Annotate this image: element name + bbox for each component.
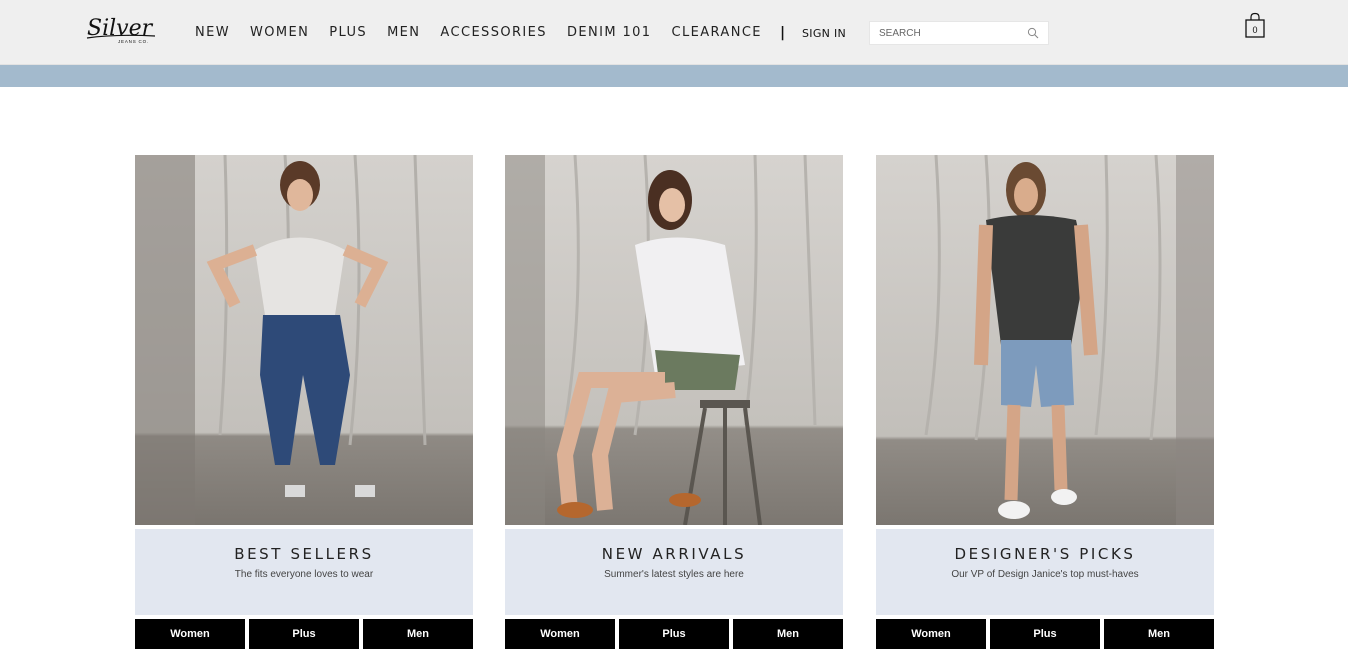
designers-picks-men-button[interactable]: Men [1104,619,1214,649]
best-sellers-image[interactable] [135,155,473,525]
new-arrivals-image[interactable] [505,155,843,525]
best-sellers-info: BEST SELLERS The fits everyone loves to … [135,529,473,615]
card-subtitle: The fits everyone loves to wear [234,569,374,580]
card-title: BEST SELLERS [234,545,374,563]
promo-card-best-sellers: BEST SELLERS The fits everyone loves to … [135,155,473,649]
designers-picks-image[interactable] [876,155,1214,525]
designers-picks-info: DESIGNER'S PICKS Our VP of Design Janice… [876,529,1214,615]
brand-logo[interactable]: Silver JEANS CO. [85,14,160,46]
card-title: DESIGNER'S PICKS [954,545,1136,563]
new-arrivals-men-button[interactable]: Men [733,619,843,649]
brand-logo-icon: Silver JEANS CO. [86,16,156,44]
nav-plus[interactable]: PLUS [329,25,367,41]
banner-strip [0,65,1348,87]
best-sellers-women-button[interactable]: Women [135,619,245,649]
site-header: Silver JEANS CO. NEW WOMEN PLUS MEN ACCE… [0,0,1348,65]
card-title: NEW ARRIVALS [601,545,747,563]
nav-clearance[interactable]: CLEARANCE [671,25,761,41]
new-arrivals-plus-button[interactable]: Plus [619,619,729,649]
new-arrivals-women-button[interactable]: Women [505,619,615,649]
best-sellers-men-button[interactable]: Men [363,619,473,649]
nav-separator: | [779,25,786,41]
new-arrivals-info: NEW ARRIVALS Summer's latest styles are … [505,529,843,615]
card-button-row: Women Plus Men [135,619,473,649]
search-box [869,21,1049,45]
search-input[interactable] [870,22,1020,44]
cart-count: 0 [1252,25,1258,35]
promo-card-designers-picks: DESIGNER'S PICKS Our VP of Design Janice… [876,155,1214,649]
main-nav: NEW WOMEN PLUS MEN ACCESSORIES DENIM 101… [195,25,805,41]
card-button-row: Women Plus Men [876,619,1214,649]
card-button-row: Women Plus Men [505,619,843,649]
search-icon[interactable] [1027,27,1039,39]
designers-picks-women-button[interactable]: Women [876,619,986,649]
designers-picks-plus-button[interactable]: Plus [990,619,1100,649]
shopping-bag-button[interactable]: 0 [1244,12,1266,40]
promo-card-new-arrivals: NEW ARRIVALS Summer's latest styles are … [505,155,843,649]
nav-denim-101[interactable]: DENIM 101 [567,25,652,41]
nav-men[interactable]: MEN [387,25,420,41]
sign-in-link[interactable]: SIGN IN [802,27,846,40]
svg-text:JEANS CO.: JEANS CO. [118,39,149,44]
nav-accessories[interactable]: ACCESSORIES [440,25,547,41]
nav-women[interactable]: WOMEN [250,25,309,41]
card-subtitle: Summer's latest styles are here [604,569,744,580]
card-subtitle: Our VP of Design Janice's top must-haves [951,569,1139,580]
best-sellers-plus-button[interactable]: Plus [249,619,359,649]
nav-new[interactable]: NEW [195,25,230,41]
